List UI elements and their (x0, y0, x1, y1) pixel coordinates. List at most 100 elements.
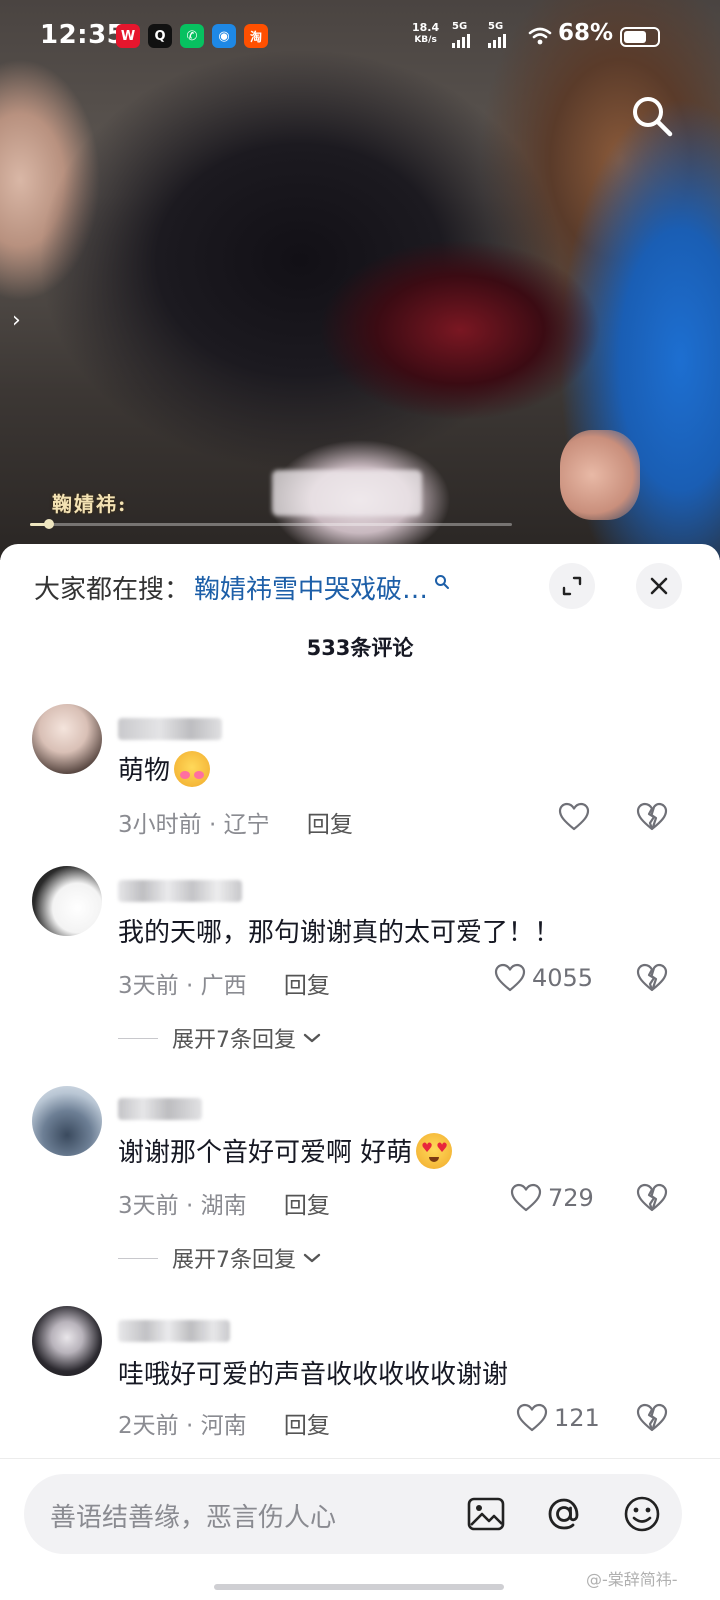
taobao-icon: 淘 (244, 24, 268, 48)
comment-time: 2天前 (118, 1413, 179, 1439)
hugging-face-emoji (174, 750, 211, 787)
network-speed-unit: KB/s (414, 35, 437, 45)
network-speed: 18.4 KB/s (412, 22, 439, 46)
chevron-right-icon[interactable]: › (12, 308, 21, 333)
video-progress-bar[interactable] (30, 523, 512, 526)
heart-icon (558, 802, 590, 831)
qq-icon: Q (148, 24, 172, 48)
comment-location: 湖南 (200, 1193, 247, 1219)
broken-heart-icon[interactable] (636, 1183, 668, 1213)
expand-divider (118, 1257, 158, 1259)
reply-button[interactable]: 回复 (284, 1193, 330, 1219)
username-blurred[interactable] (118, 1320, 230, 1342)
search-icon[interactable] (628, 92, 676, 140)
browser-icon: ◉ (212, 24, 236, 48)
comment-text: 谢谢那个音好可爱啊 好萌 ♥ ♥ (118, 1132, 453, 1169)
status-time: 12:35 (40, 20, 126, 50)
close-icon (650, 577, 668, 595)
broken-heart-icon[interactable] (636, 802, 668, 832)
broken-heart-icon[interactable] (636, 1403, 668, 1433)
username-blurred[interactable] (118, 880, 242, 902)
home-indicator[interactable] (214, 1584, 504, 1590)
comment-text-content: 哇哦好可爱的声音收收收收收谢谢 (118, 1360, 509, 1390)
like-button[interactable]: 121 (516, 1403, 600, 1433)
emoji-icon[interactable] (620, 1492, 664, 1536)
video-player[interactable]: 12:35 W Q ✆ ◉ 淘 18.4 KB/s 5G 5G 68% › 鞠婧… (0, 0, 720, 560)
notification-icons: W Q ✆ ◉ 淘 (116, 24, 268, 48)
mention-icon[interactable] (542, 1492, 586, 1536)
comment-meta: 3天前 · 湖南 回复 (118, 1193, 330, 1219)
status-bar: 12:35 W Q ✆ ◉ 淘 18.4 KB/s 5G 5G 68% (0, 0, 720, 72)
avatar[interactable] (32, 1306, 102, 1376)
signal-1-label: 5G (452, 21, 468, 32)
comment-time: 3天前 (118, 1193, 179, 1219)
reply-button[interactable]: 回复 (284, 1413, 330, 1439)
network-speed-value: 18.4 (412, 21, 440, 34)
wechat-icon: ✆ (180, 24, 204, 48)
username-blurred[interactable] (118, 1098, 202, 1120)
signal-1: 5G (452, 22, 470, 48)
comment-text-content: 谢谢那个音好可爱啊 好萌 (118, 1138, 413, 1168)
comment-text: 萌物 (118, 750, 211, 787)
video-progress-handle[interactable] (44, 519, 54, 529)
avatar[interactable] (32, 704, 102, 774)
like-count: 4055 (532, 964, 594, 992)
search-icon (435, 575, 450, 589)
expand-replies-label: 展开7条回复 (172, 1248, 296, 1273)
comment-meta: 3小时前 · 辽宁 回复 (118, 812, 353, 838)
comment-time: 3小时前 (118, 812, 202, 838)
reply-button[interactable]: 回复 (307, 812, 353, 838)
like-count: 121 (554, 1404, 600, 1432)
battery-icon (620, 27, 660, 47)
like-button[interactable] (558, 802, 596, 832)
avatar[interactable] (32, 866, 102, 936)
video-frame-detail (560, 430, 640, 520)
comments-panel: 大家都在搜： 鞠婧祎雪中哭戏破… 533条评论 萌物 3小时前 · 辽宁 回复 … (0, 544, 720, 1600)
expand-icon (562, 576, 582, 596)
like-count: 729 (548, 1184, 594, 1212)
close-button[interactable] (636, 563, 682, 609)
heart-icon (510, 1183, 542, 1212)
expand-panel-button[interactable] (549, 563, 595, 609)
broken-heart-icon[interactable] (636, 963, 668, 993)
image-icon[interactable] (464, 1492, 508, 1536)
weibo-icon: W (116, 24, 140, 48)
comment-input[interactable]: 善语结善缘，恶言伤人心 (24, 1474, 682, 1554)
comment-text: 哇哦好可爱的声音收收收收收谢谢 (118, 1354, 508, 1391)
comment-location: 河南 (200, 1413, 247, 1439)
comment-location: 广西 (200, 973, 247, 999)
trending-search[interactable]: 大家都在搜： 鞠婧祎雪中哭戏破… (34, 567, 504, 607)
chevron-down-icon (303, 1033, 321, 1043)
watermark: @-棠辞简祎- (586, 1570, 678, 1589)
signal-2: 5G (488, 22, 506, 48)
search-term-link[interactable]: 鞠婧祎雪中哭戏破… (194, 569, 428, 606)
signal-2-label: 5G (488, 21, 504, 32)
signal-bars-icon (488, 34, 506, 48)
heart-icon (516, 1403, 548, 1432)
expand-replies-button[interactable]: 展开7条回复 (118, 1242, 322, 1274)
expand-replies-button[interactable]: 展开7条回复 (118, 1022, 322, 1054)
chevron-down-icon (303, 1253, 321, 1263)
reply-button[interactable]: 回复 (284, 973, 330, 999)
like-button[interactable]: 729 (510, 1183, 594, 1213)
comment-count: 533条评论 (306, 636, 414, 660)
comment-text: 我的天哪，那句谢谢真的太可爱了！！ (118, 912, 560, 949)
heart-eyes-face-emoji: ♥ ♥ (416, 1132, 453, 1169)
like-button[interactable]: 4055 (494, 963, 593, 993)
comment-meta: 2天前 · 河南 回复 (118, 1413, 330, 1439)
video-subtitle: 鞠婧祎: (52, 492, 128, 516)
avatar[interactable] (32, 1086, 102, 1156)
comment-meta: 3天前 · 广西 回复 (118, 973, 330, 999)
expand-divider (118, 1037, 158, 1039)
battery-percent: 68% (558, 20, 614, 46)
expand-replies-label: 展开7条回复 (172, 1028, 296, 1053)
heart-icon (494, 963, 526, 992)
subtitle-blur (272, 470, 422, 516)
username-blurred[interactable] (118, 718, 222, 740)
comment-time: 3天前 (118, 973, 179, 999)
battery-level (624, 31, 646, 43)
comment-input-placeholder: 善语结善缘，恶言伤人心 (50, 1503, 337, 1533)
comment-text-content: 萌物 (118, 756, 171, 786)
comment-location: 辽宁 (223, 812, 270, 838)
search-prefix: 大家都在搜： (34, 574, 191, 605)
